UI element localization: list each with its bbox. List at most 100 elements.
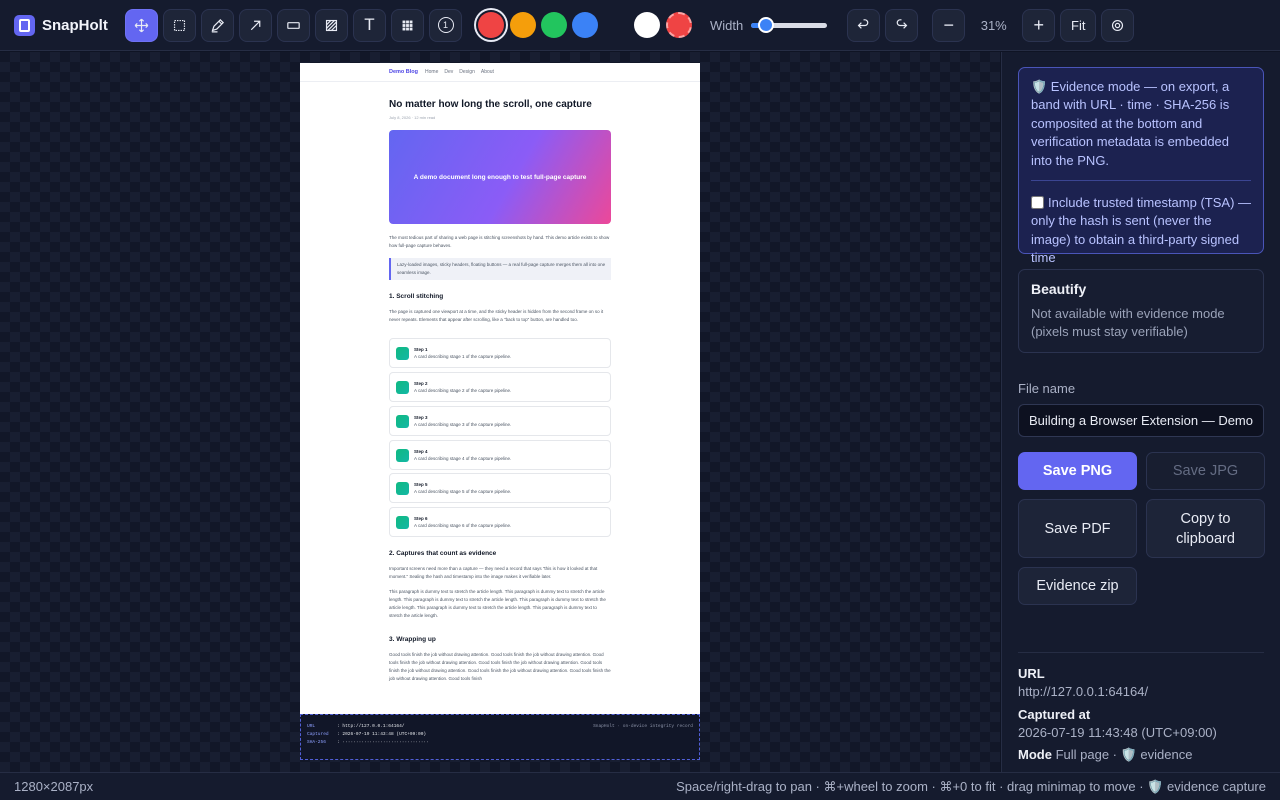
band-captured-value: : 2026-07-19 11:43:48 (UTC+09:00)	[337, 732, 427, 737]
zoom-out-button[interactable]: −	[932, 8, 966, 42]
blur-tool-button[interactable]	[315, 8, 348, 42]
doc-paragraph-4: Good tools finish the job without drawin…	[389, 652, 611, 681]
card-icon	[396, 481, 409, 495]
save-jpg-button[interactable]: Save JPG	[1146, 452, 1265, 490]
move-icon	[134, 18, 149, 32]
rect-tool-button[interactable]	[277, 8, 310, 42]
card-title: Step 3	[414, 415, 428, 420]
number-tool-button[interactable]: 1	[429, 8, 462, 42]
color-blue[interactable]	[572, 12, 598, 38]
redo-button[interactable]	[885, 8, 919, 42]
fill-white[interactable]	[634, 12, 660, 38]
canvas-area[interactable]: Demo Blog Home Dev Design About No matte…	[0, 52, 1000, 772]
color-red[interactable]	[478, 12, 504, 38]
card-title: Step 6	[414, 516, 428, 521]
meta-mode-label: Mode	[1018, 747, 1052, 762]
doc-paragraph-1: The page is captured one viewport at a t…	[389, 309, 604, 322]
doc-heading-1: 1. Scroll stitching	[389, 293, 444, 300]
pencil-icon	[211, 18, 225, 32]
select-rect-tool-button[interactable]	[163, 8, 196, 42]
status-bar: 1280×2087px Space/right-drag to pan · ⌘+…	[0, 772, 1280, 800]
hatch-icon	[325, 19, 338, 31]
band-url-value: : http://127.0.0.1:64164/	[337, 724, 405, 729]
undo-button[interactable]	[847, 8, 881, 42]
zoom-in-button[interactable]: +	[1022, 8, 1056, 42]
card-title: Step 4	[414, 449, 428, 454]
tsa-option[interactable]: Include trusted timestamp (TSA) — only t…	[1031, 194, 1253, 268]
doc-card: Step 4 A card describing stage 4 of the c…	[389, 440, 611, 470]
save-png-button[interactable]: Save PNG	[1018, 452, 1137, 490]
width-slider-thumb[interactable]	[758, 17, 775, 33]
beautify-title: Beautify	[1031, 281, 1087, 297]
doc-card: Step 1 A card describing stage 1 of the c…	[389, 338, 611, 368]
text-icon: T	[364, 15, 375, 34]
image-dimensions: 1280×2087px	[14, 779, 94, 794]
doc-brand: Demo Blog	[389, 69, 419, 75]
app-name: SnapHolt	[42, 16, 108, 34]
meta-url-label: URL	[1018, 666, 1045, 681]
card-desc: A card describing stage 6 of the capture…	[414, 523, 512, 528]
text-tool-button[interactable]: T	[353, 8, 386, 42]
band-sha-value: : ································	[337, 740, 429, 745]
card-icon	[396, 448, 409, 462]
plus-icon: +	[1033, 14, 1044, 35]
app-logo: SnapHolt	[14, 14, 125, 36]
meta-mode-value: Full page · 🛡️ evidence	[1055, 747, 1193, 762]
doc-card: Step 2 A card describing stage 2 of the c…	[389, 372, 611, 402]
captured-page: Demo Blog Home Dev Design About No matte…	[300, 63, 700, 760]
pen-tool-button[interactable]	[201, 8, 234, 42]
doc-paragraph-3: This paragraph is dummy text to stretch …	[389, 589, 606, 618]
tsa-checkbox[interactable]	[1031, 196, 1044, 209]
arrow-icon	[250, 20, 261, 30]
card-icon	[396, 346, 409, 360]
doc-nav-link: About	[480, 69, 494, 75]
card-title: Step 2	[414, 381, 428, 386]
file-name-input[interactable]	[1018, 404, 1264, 437]
meta-captured-label: Captured at	[1018, 707, 1091, 722]
doc-date: July 8, 2026 · 12 min read	[389, 115, 436, 120]
toolbar: SnapHolt T 1 Width − 31% + Fit	[0, 0, 1280, 51]
band-brand: SnapHolt · on-device integrity record	[593, 724, 693, 729]
band-sha-key: SHA-256	[307, 740, 326, 745]
card-desc: A card describing stage 3 of the capture…	[414, 422, 512, 427]
doc-title: No matter how long the scroll, one captu…	[389, 99, 592, 110]
color-green[interactable]	[541, 12, 567, 38]
status-hint: Space/right-drag to pan · ⌘+wheel to zoo…	[676, 778, 1266, 794]
width-slider[interactable]	[751, 16, 828, 34]
mosaic-tool-button[interactable]	[391, 8, 424, 42]
redo-icon	[896, 18, 908, 29]
doc-quote: Lazy-loaded images, sticky headers, floa…	[389, 258, 611, 280]
move-tool-button[interactable]	[125, 8, 158, 42]
beautify-desc: Not available with evidence mode (pixels…	[1031, 306, 1225, 340]
evidence-mode-panel: 🛡️ Evidence mode — on export, a band wit…	[1018, 67, 1264, 265]
export-sidebar: 🛡️ Evidence mode — on export, a band wit…	[1001, 52, 1280, 772]
rect-icon	[287, 21, 300, 29]
file-name-label: File name	[1018, 381, 1076, 396]
doc-hero: A demo document long enough to test full…	[389, 130, 611, 224]
color-orange[interactable]	[510, 12, 536, 38]
mosaic-icon	[402, 20, 413, 30]
doc-intro: The most tedious part of sharing a web p…	[389, 235, 610, 248]
evidence-note: 🛡️ Evidence mode — on export, a band wit…	[1031, 79, 1230, 168]
band-captured-key: Captured	[307, 732, 329, 737]
band-url-key: URL	[307, 724, 316, 729]
card-desc: A card describing stage 2 of the capture…	[414, 388, 512, 393]
evidence-band: URL : http://127.0.0.1:64164/ Captured : 2…	[300, 714, 700, 760]
doc-card: Step 5 A card describing stage 5 of the c…	[389, 473, 611, 503]
doc-nav-link: Home	[425, 69, 439, 75]
target-button[interactable]	[1101, 8, 1135, 42]
arrow-tool-button[interactable]	[239, 8, 272, 42]
evidence-zip-button[interactable]: Evidence zip	[1018, 567, 1137, 605]
doc-heading-2: 2. Captures that count as evidence	[389, 550, 497, 557]
card-icon	[396, 414, 409, 428]
undo-icon	[857, 18, 869, 29]
fill-red-splat[interactable]	[666, 12, 692, 38]
doc-card: Step 3 A card describing stage 3 of the c…	[389, 406, 611, 436]
zoom-level: 31%	[980, 17, 1007, 33]
doc-paragraph-2: Important screens need more than a captu…	[389, 566, 598, 579]
save-pdf-button[interactable]: Save PDF	[1018, 499, 1137, 558]
copy-clipboard-button[interactable]: Copy to clipboard	[1146, 499, 1265, 558]
fit-button[interactable]: Fit	[1060, 8, 1097, 42]
dashed-rect-icon	[173, 19, 186, 31]
doc-nav-link: Dev	[444, 69, 454, 75]
